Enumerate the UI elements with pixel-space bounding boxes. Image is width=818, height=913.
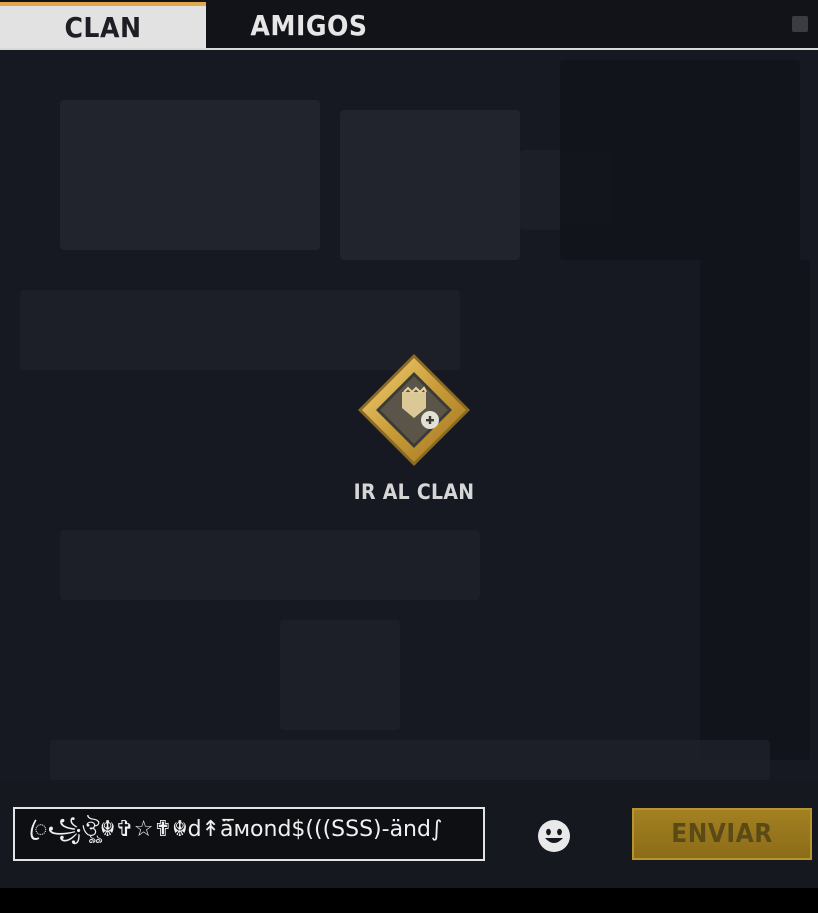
background-blur	[60, 100, 320, 250]
clan-emblem-icon	[358, 354, 470, 466]
tab-amigos[interactable]: AMIGOS	[206, 2, 412, 48]
background-blur	[560, 60, 800, 260]
send-button[interactable]: ENVIAR	[632, 808, 812, 860]
clan-chat-screen: CLAN AMIGOS IR AL CLAN ꦿ꧁ঔৣ☬✞☆✟☬d↟ä̅мond…	[0, 0, 818, 888]
tab-bar: CLAN AMIGOS	[0, 0, 818, 50]
background-blur	[340, 110, 520, 260]
smiley-icon[interactable]	[536, 818, 572, 854]
bottom-letterbox	[0, 888, 818, 913]
go-to-clan-button[interactable]: IR AL CLAN	[344, 352, 484, 512]
background-blur	[60, 530, 480, 600]
go-to-clan-label: IR AL CLAN	[353, 480, 475, 504]
background-blur	[700, 260, 810, 760]
corner-icon	[792, 16, 808, 32]
tab-clan[interactable]: CLAN	[0, 2, 206, 48]
chat-message-input[interactable]: ꦿ꧁ঔৣ☬✞☆✟☬d↟ä̅мond$(((SSS)-änd∫	[13, 807, 485, 861]
background-blur	[50, 740, 770, 780]
background-blur	[280, 620, 400, 730]
